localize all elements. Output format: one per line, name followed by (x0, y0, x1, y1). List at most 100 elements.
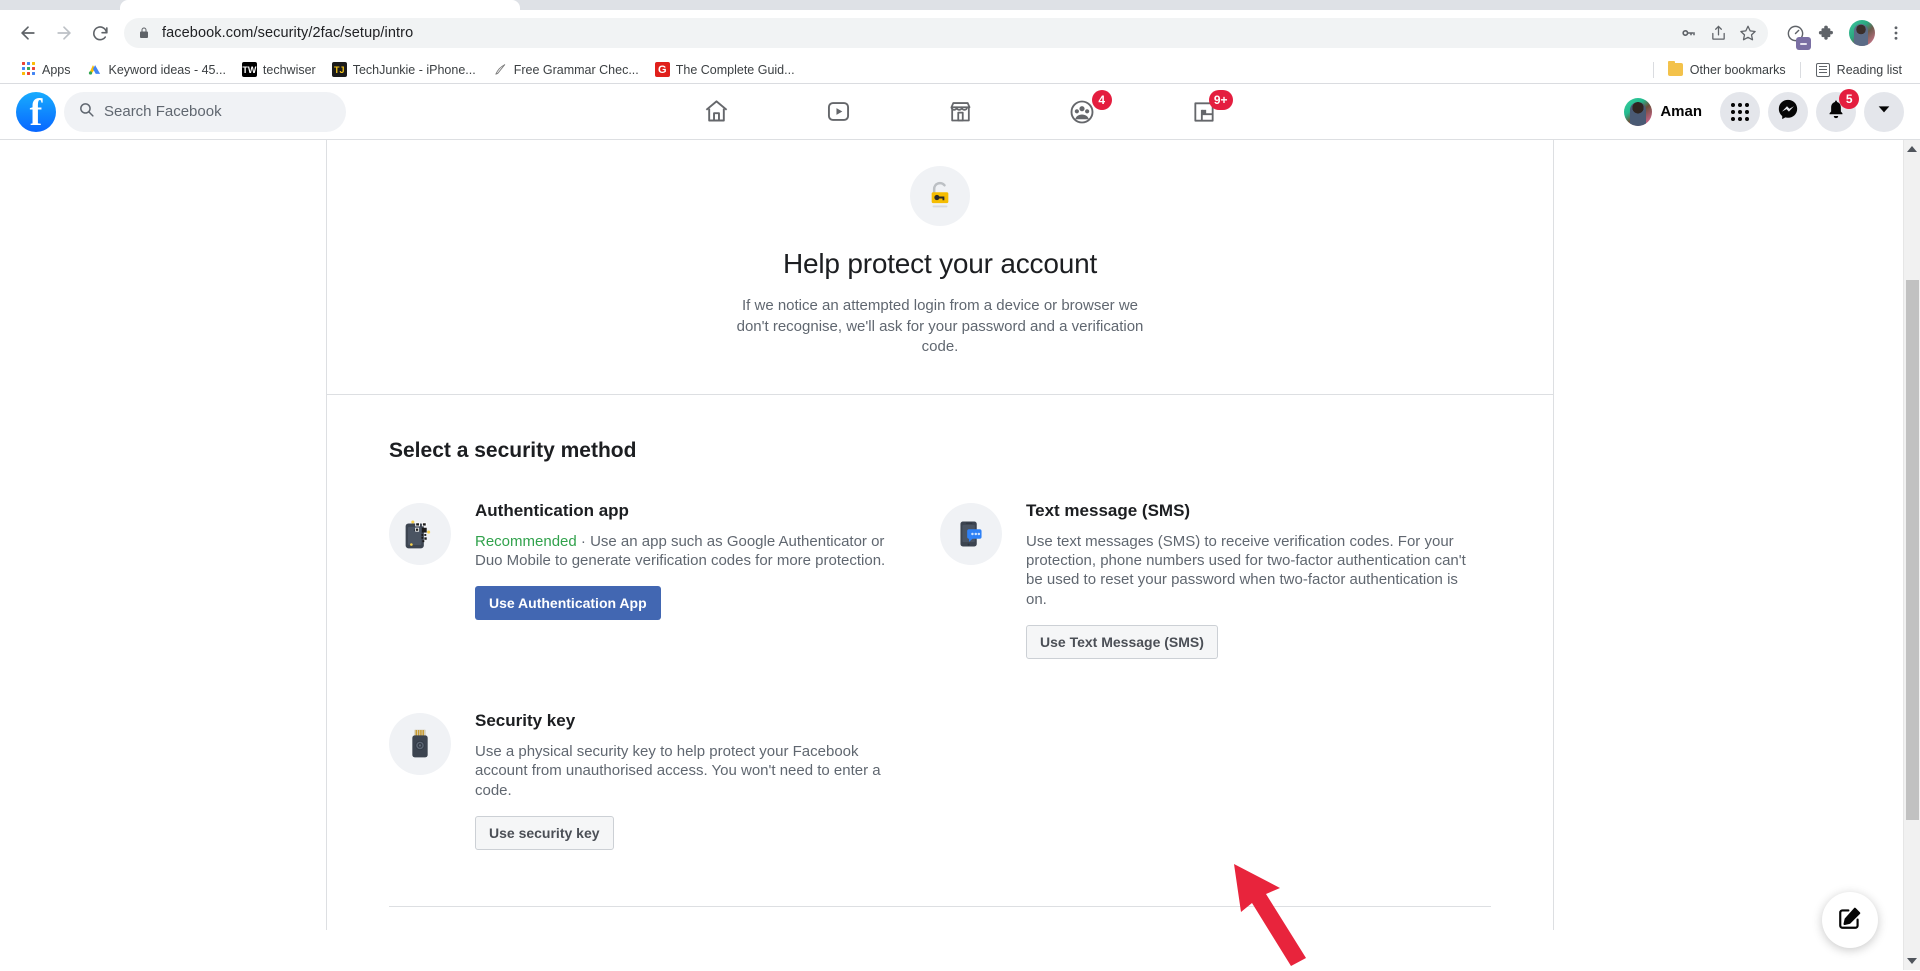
method-title: Security key (475, 711, 576, 731)
techwiser-icon: TW (241, 62, 257, 77)
phone-message-bubble-icon (940, 502, 1002, 565)
reading-list-label: Reading list (1836, 62, 1902, 77)
notifications-badge: 5 (1839, 88, 1860, 109)
nav-home[interactable] (655, 88, 777, 136)
techjunkie-icon: TJ (331, 62, 347, 77)
avatar (1624, 97, 1653, 126)
chrome-profile-avatar[interactable] (1849, 20, 1875, 46)
bookmark-label: techwiser (262, 62, 316, 77)
header-left: f Search Facebook (16, 91, 346, 132)
use-authentication-app-button[interactable]: Use Authentication App (475, 586, 661, 621)
password-key-icon[interactable] (1674, 19, 1702, 47)
section-title: Select a security method (389, 438, 637, 462)
scroll-down-arrow-icon[interactable] (1907, 958, 1917, 964)
omnibox-icons (1674, 19, 1762, 47)
speed-dial-badge (1796, 37, 1811, 50)
profile-button[interactable]: Aman (1620, 94, 1712, 130)
method-authentication-app: Authentication app Recommended · Use an … (389, 501, 940, 659)
chevron-down-icon (1876, 101, 1892, 122)
divider (1799, 61, 1801, 78)
header-right: Aman 5 (1620, 88, 1904, 132)
bookmark-apps[interactable]: Apps (12, 61, 79, 78)
use-security-key-button[interactable]: Use security key (475, 816, 614, 851)
bookmark-keyword-ideas[interactable]: Keyword ideas - 45... (79, 62, 234, 78)
qr-code-phone-icon (389, 502, 451, 565)
two-factor-setup-card: Help protect your account If we notice a… (326, 140, 1554, 931)
google-ads-icon (87, 62, 103, 78)
method-security-key: Security key Use a physical security key… (389, 711, 940, 851)
extension-puzzle-icon[interactable] (1812, 18, 1842, 48)
bookmark-grammar-checker[interactable]: Free Grammar Chec... (484, 62, 647, 78)
hero-section: Help protect your account If we notice a… (327, 140, 1553, 395)
notifications-button[interactable]: 5 (1816, 88, 1860, 132)
separator: · (576, 532, 591, 550)
method-description: Use a physical security key to help prot… (475, 743, 881, 799)
method-title: Authentication app (475, 500, 629, 520)
url-text: facebook.com/security/2fac/setup/intro (162, 25, 414, 41)
page-content: Help protect your account If we notice a… (0, 140, 1920, 970)
bookmark-star-icon[interactable] (1734, 19, 1762, 47)
bookmark-label: Apps (42, 62, 71, 77)
security-methods-section: Select a security method Authentication … (327, 395, 1553, 930)
search-input[interactable]: Search Facebook (64, 91, 346, 132)
nav-marketplace[interactable] (899, 88, 1021, 136)
method-body: Security key Use a physical security key… (475, 711, 888, 851)
account-menu-button[interactable] (1864, 91, 1904, 132)
messenger-button[interactable] (1768, 91, 1808, 132)
facebook-logo-icon[interactable]: f (16, 91, 56, 132)
folder-icon (1668, 61, 1684, 78)
profile-name: Aman (1660, 103, 1702, 120)
other-bookmarks-button[interactable]: Other bookmarks (1660, 61, 1794, 78)
hero-description: If we notice an attempted login from a d… (736, 297, 1144, 356)
reload-button[interactable] (82, 15, 118, 51)
method-description: Recommended · Use an app such as Google … (475, 532, 888, 571)
active-tab[interactable] (120, 0, 520, 10)
page-scrollbar[interactable] (1903, 140, 1920, 970)
use-text-message-sms-button[interactable]: Use Text Message (SMS) (1026, 625, 1218, 660)
methods-empty-slot (940, 711, 1491, 850)
reading-list-button[interactable]: Reading list (1807, 62, 1910, 78)
methods-row-2: Security key Use a physical security key… (389, 711, 1491, 851)
bookmark-label: TechJunkie - iPhone... (352, 62, 476, 77)
unlocked-padlock-key-icon (910, 166, 970, 226)
bookmark-techjunkie[interactable]: TJ TechJunkie - iPhone... (324, 62, 484, 77)
share-icon[interactable] (1704, 19, 1732, 47)
bookmark-techwiser[interactable]: TW techwiser (234, 62, 324, 77)
methods-row-1: Authentication app Recommended · Use an … (389, 500, 1491, 660)
bookmark-label: The Complete Guid... (675, 62, 795, 77)
grammarly-quill-icon (492, 62, 508, 78)
create-compose-button[interactable] (1822, 892, 1878, 948)
nav-gaming[interactable]: 9+ (1143, 88, 1265, 136)
scroll-up-arrow-icon[interactable] (1907, 146, 1917, 152)
address-bar[interactable]: facebook.com/security/2fac/setup/intro (124, 18, 1768, 48)
bookmark-label: Keyword ideas - 45... (108, 62, 226, 77)
method-body: Text message (SMS) Use text messages (SM… (1026, 500, 1471, 660)
bookmark-complete-guide[interactable]: G The Complete Guid... (647, 62, 803, 77)
gaming-badge: 9+ (1208, 89, 1233, 110)
nav-watch[interactable] (777, 88, 899, 136)
groups-badge: 4 (1091, 89, 1112, 110)
nav-groups[interactable]: 4 (1021, 88, 1143, 136)
nine-dots-grid-icon (1731, 102, 1749, 121)
chrome-menu-icon[interactable] (1882, 17, 1910, 49)
lock-icon (138, 26, 150, 40)
method-description: Use text messages (SMS) to receive verif… (1026, 532, 1466, 608)
search-icon (78, 101, 95, 123)
back-button[interactable] (10, 15, 46, 51)
browser-window: facebook.com/security/2fac/setup/intro A… (0, 0, 1920, 84)
bookmark-label: Free Grammar Chec... (513, 62, 639, 77)
grammarly-g-icon: G (654, 62, 670, 77)
scrollbar-thumb[interactable] (1906, 280, 1919, 820)
recommended-badge: Recommended (475, 532, 577, 550)
compose-pencil-icon (1837, 905, 1863, 936)
menu-grid-button[interactable] (1720, 91, 1760, 132)
divider (1652, 61, 1654, 78)
apps-grid-icon (20, 61, 36, 78)
method-body: Authentication app Recommended · Use an … (475, 501, 888, 659)
card-bottom-divider (389, 906, 1491, 930)
forward-button[interactable] (46, 15, 82, 51)
other-bookmarks-label: Other bookmarks (1689, 62, 1786, 77)
method-title: Text message (SMS) (1026, 500, 1191, 520)
facebook-main-nav: 4 9+ (655, 88, 1265, 136)
speed-dial-icon[interactable] (1780, 18, 1811, 50)
